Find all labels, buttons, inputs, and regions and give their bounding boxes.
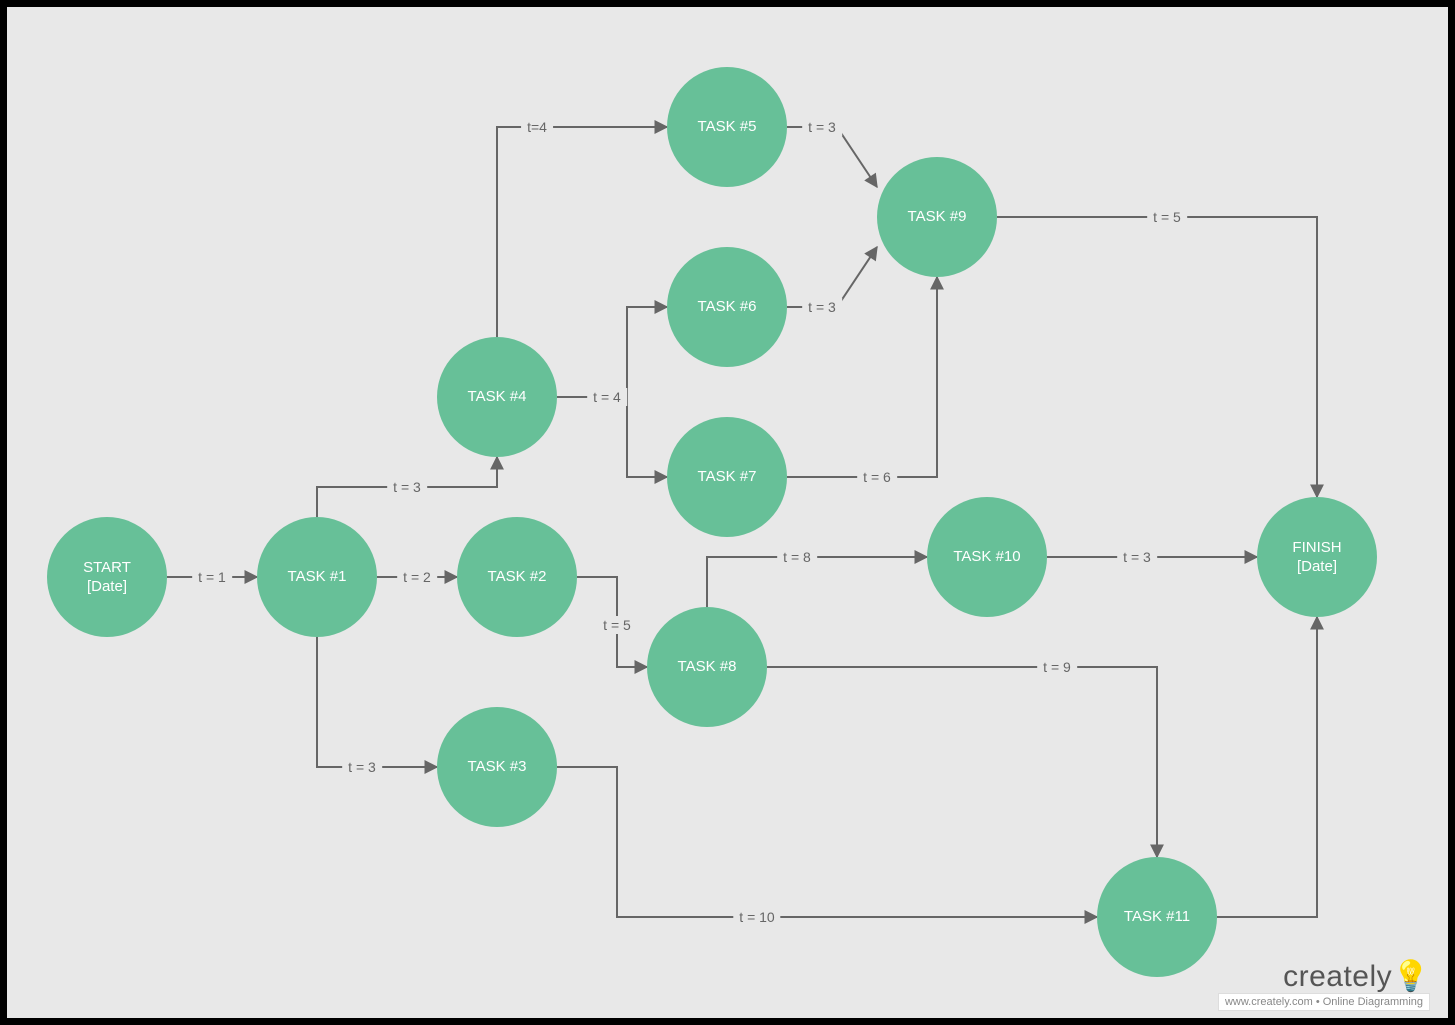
edge-label-task1-task4: t = 3 <box>387 478 427 496</box>
node-task1[interactable]: TASK #1 <box>257 517 377 637</box>
edge-task4-task6 <box>557 307 667 397</box>
node-task7[interactable]: TASK #7 <box>667 417 787 537</box>
node-start[interactable]: START [Date] <box>47 517 167 637</box>
edge-label-task8-task10: t = 8 <box>777 548 817 566</box>
node-task2[interactable]: TASK #2 <box>457 517 577 637</box>
edge-task4-task5 <box>497 127 667 337</box>
edge-label-task10-finish: t = 3 <box>1117 548 1157 566</box>
edge-label-task6-task9: t = 3 <box>802 298 842 316</box>
edge-label-task5-task9: t = 3 <box>802 118 842 136</box>
edge-label-task1-task3: t = 3 <box>342 758 382 776</box>
edge-task9-finish <box>997 217 1317 497</box>
edge-task1-task3 <box>317 637 437 767</box>
edge-label-task1-task2: t = 2 <box>397 568 437 586</box>
edge-task4-task7 <box>557 397 667 477</box>
edge-label-task8-task11: t = 9 <box>1037 658 1077 676</box>
node-task6[interactable]: TASK #6 <box>667 247 787 367</box>
diagram-frame: START [Date] TASK #1 TASK #2 TASK #3 TASK #4… <box>0 0 1455 1025</box>
node-task5[interactable]: TASK #5 <box>667 67 787 187</box>
edge-label-task7-task9: t = 6 <box>857 468 897 486</box>
node-task3[interactable]: TASK #3 <box>437 707 557 827</box>
edge-label-task2-task8: t = 5 <box>597 616 637 634</box>
edge-label-task4-task6: t = 4 <box>587 388 627 406</box>
edge-task8-task11 <box>767 667 1157 857</box>
branding: creately💡 www.creately.com • Online Diag… <box>1218 962 1430 1008</box>
node-finish[interactable]: FINISH [Date] <box>1257 497 1377 617</box>
brand-tagline: www.creately.com • Online Diagramming <box>1218 993 1430 1011</box>
edge-task11-finish <box>1217 617 1317 917</box>
edge-task5-task9 <box>787 127 877 187</box>
brand-logo: creately💡 <box>1218 962 1430 992</box>
node-task11[interactable]: TASK #11 <box>1097 857 1217 977</box>
node-task4[interactable]: TASK #4 <box>437 337 557 457</box>
node-task8[interactable]: TASK #8 <box>647 607 767 727</box>
brand-logo-text: creately <box>1283 960 1392 993</box>
lightbulb-icon: 💡 <box>1392 960 1430 993</box>
node-task9[interactable]: TASK #9 <box>877 157 997 277</box>
node-task10[interactable]: TASK #10 <box>927 497 1047 617</box>
edge-label-task9-finish: t = 5 <box>1147 208 1187 226</box>
edge-task3-task11 <box>557 767 1097 917</box>
edge-label-task3-task11: t = 10 <box>733 908 780 926</box>
edge-label-task4-task5: t=4 <box>521 118 553 136</box>
edge-label-start-task1: t = 1 <box>192 568 232 586</box>
edge-task8-task10 <box>707 557 927 607</box>
